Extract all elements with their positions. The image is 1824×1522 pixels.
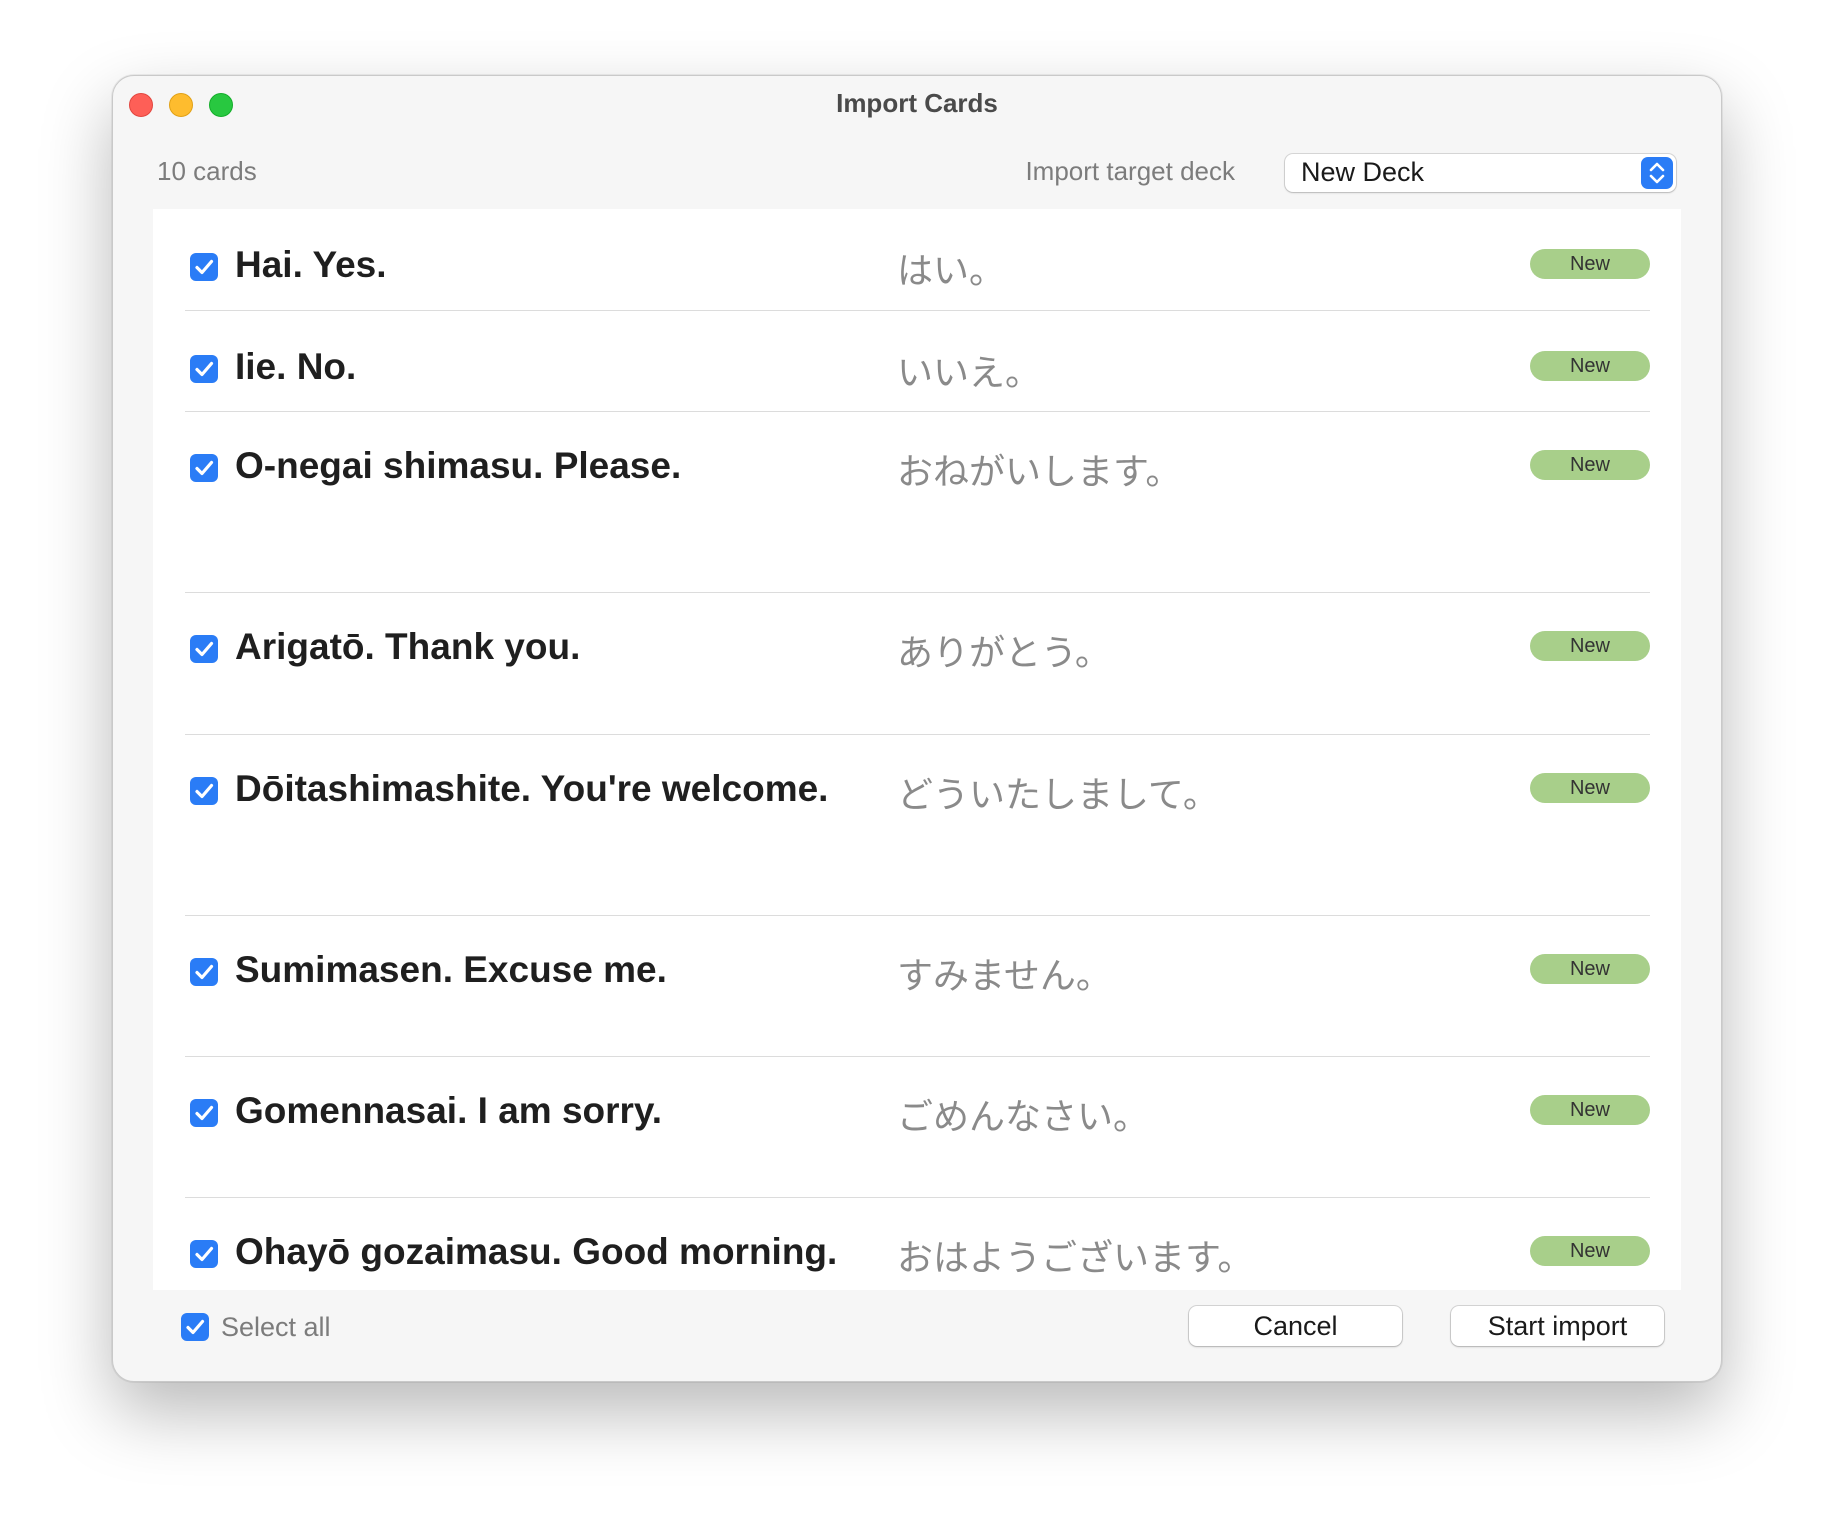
- status-badge: New: [1530, 249, 1650, 279]
- card-back-text: はい。: [897, 251, 1006, 292]
- card-back-text: ありがとう。: [897, 633, 1111, 674]
- checkmark-icon: [186, 1319, 205, 1335]
- cancel-button[interactable]: Cancel: [1189, 1306, 1402, 1346]
- card-back-text: おねがいします。: [897, 452, 1182, 493]
- card-row: Sumimasen. Excuse me. すみません。 New: [153, 916, 1681, 1057]
- checkmark-icon: [195, 964, 214, 980]
- card-row: Iie. No. いいえ。 New: [153, 311, 1681, 412]
- status-badge: New: [1530, 351, 1650, 381]
- card-back-text: ごめんなさい。: [897, 1097, 1150, 1138]
- card-checkbox[interactable]: [190, 1099, 218, 1127]
- card-row: Hai. Yes. はい。 New: [153, 209, 1681, 311]
- status-badge: New: [1530, 1236, 1650, 1266]
- card-checkbox[interactable]: [190, 1240, 218, 1268]
- card-front-text: Dōitashimashite. You're welcome.: [235, 768, 829, 809]
- card-row: Ohayō gozaimasu. Good morning. おはようございます…: [153, 1198, 1681, 1290]
- checkmark-icon: [195, 259, 214, 275]
- card-front-text: Hai. Yes.: [235, 244, 387, 285]
- status-badge: New: [1530, 954, 1650, 984]
- select-all-label[interactable]: Select all: [221, 1312, 331, 1343]
- card-row: Gomennasai. I am sorry. ごめんなさい。 New: [153, 1057, 1681, 1198]
- card-checkbox[interactable]: [190, 454, 218, 482]
- card-back-text: すみません。: [897, 956, 1112, 997]
- target-deck-select[interactable]: New Deck: [1285, 154, 1676, 192]
- checkmark-icon: [195, 1105, 214, 1121]
- card-row: Arigatō. Thank you. ありがとう。 New: [153, 593, 1681, 735]
- card-list[interactable]: Hai. Yes. はい。 New Iie. No. いいえ。 New O-ne…: [153, 209, 1681, 1290]
- import-target-deck-label: Import target deck: [1025, 156, 1235, 186]
- card-checkbox[interactable]: [190, 777, 218, 805]
- import-cards-window: Import Cards 10 cards Import target deck…: [112, 75, 1722, 1382]
- card-checkbox[interactable]: [190, 958, 218, 986]
- status-badge: New: [1530, 450, 1650, 480]
- window-title: Import Cards: [836, 88, 998, 118]
- target-deck-value: New Deck: [1301, 157, 1425, 187]
- card-front-text: Sumimasen. Excuse me.: [235, 949, 667, 990]
- card-back-text: おはようございます。: [897, 1238, 1254, 1279]
- card-back-text: どういたしまして。: [897, 775, 1219, 816]
- card-front-text: Gomennasai. I am sorry.: [235, 1090, 663, 1131]
- status-badge: New: [1530, 631, 1650, 661]
- checkmark-icon: [195, 641, 214, 657]
- card-checkbox[interactable]: [190, 253, 218, 281]
- card-row: Dōitashimashite. You're welcome. どういたしまし…: [153, 735, 1681, 916]
- card-checkbox[interactable]: [190, 355, 218, 383]
- start-import-button[interactable]: Start import: [1451, 1306, 1664, 1346]
- card-count: 10 cards: [157, 156, 257, 186]
- card-row: O-negai shimasu. Please. おねがいします。 New: [153, 412, 1681, 593]
- checkmark-icon: [195, 1246, 214, 1262]
- status-badge: New: [1530, 773, 1650, 803]
- card-checkbox[interactable]: [190, 635, 218, 663]
- card-front-text: O-negai shimasu. Please.: [235, 445, 682, 486]
- card-front-text: Arigatō. Thank you.: [235, 626, 581, 667]
- chevron-up-down-icon: [1641, 157, 1673, 189]
- status-badge: New: [1530, 1095, 1650, 1125]
- card-front-text: Ohayō gozaimasu. Good morning.: [235, 1231, 838, 1272]
- select-all-checkbox[interactable]: [181, 1313, 209, 1341]
- card-back-text: いいえ。: [897, 353, 1042, 394]
- checkmark-icon: [195, 361, 214, 377]
- card-front-text: Iie. No.: [235, 346, 357, 387]
- checkmark-icon: [195, 783, 214, 799]
- checkmark-icon: [195, 460, 214, 476]
